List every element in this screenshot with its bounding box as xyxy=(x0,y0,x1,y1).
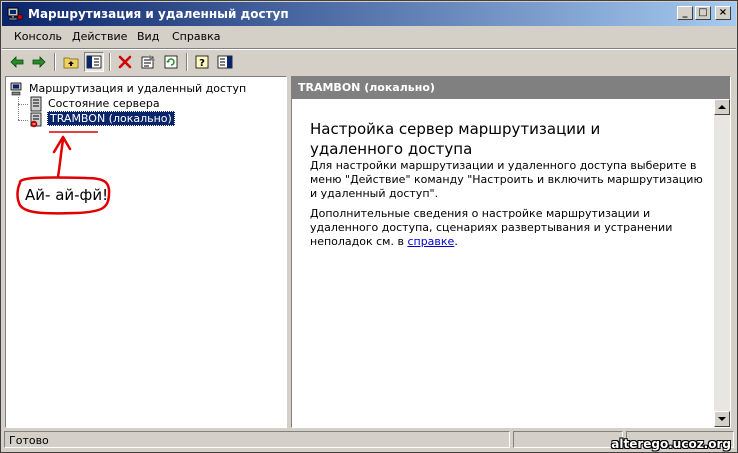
window-title: Маршрутизация и удаленный доступ xyxy=(28,7,289,21)
routing-console-icon xyxy=(7,7,23,21)
annotation-drawing xyxy=(16,131,111,215)
paragraph-2-text: Дополнительные сведения о настройке марш… xyxy=(310,207,673,248)
show-hide-action-pane-icon xyxy=(217,55,233,69)
toolbar: ? xyxy=(2,50,736,74)
show-hide-tree-icon xyxy=(86,55,102,69)
menu-view[interactable]: Вид xyxy=(137,30,159,43)
scroll-down-arrow-icon xyxy=(718,417,726,421)
details-pane: TRAMBON (локально) Настройка сервер марш… xyxy=(291,76,731,428)
menu-console[interactable]: Консоль xyxy=(14,30,62,43)
annotation-text: Ай- ай-фй! xyxy=(25,186,109,204)
refresh-button[interactable] xyxy=(161,52,181,72)
delete-icon xyxy=(118,55,132,69)
details-header: TRAMBON (локально) xyxy=(292,77,730,99)
menu-help[interactable]: Справка xyxy=(172,30,220,43)
details-scrollbar[interactable] xyxy=(714,99,730,427)
console-tree-pane[interactable]: Маршрутизация и удаленный доступ Состоян… xyxy=(5,76,287,428)
up-level-button[interactable] xyxy=(61,52,81,72)
back-arrow-icon xyxy=(10,56,24,68)
title-bar[interactable]: Маршрутизация и удаленный доступ _ □ × xyxy=(2,2,736,26)
back-button[interactable] xyxy=(7,52,27,72)
properties-button[interactable] xyxy=(138,52,158,72)
minimize-button[interactable]: _ xyxy=(677,6,693,20)
status-panel-main: Готово xyxy=(4,431,510,448)
help-icon: ? xyxy=(195,55,209,69)
up-folder-icon xyxy=(63,57,79,69)
scroll-up-button[interactable] xyxy=(714,99,730,115)
details-header-label: TRAMBON (локально) xyxy=(298,81,435,94)
close-button[interactable]: × xyxy=(715,6,731,20)
svg-text:?: ? xyxy=(199,58,205,69)
details-paragraph-2: Дополнительные сведения о настройке марш… xyxy=(310,207,710,249)
details-paragraph-1: Для настройки маршрутизации и удаленного… xyxy=(310,159,703,200)
menu-action[interactable]: Действие xyxy=(72,30,127,43)
delete-button[interactable] xyxy=(115,52,135,72)
properties-icon xyxy=(141,55,155,69)
help-button[interactable]: ? xyxy=(192,52,212,72)
show-hide-action-pane-button[interactable] xyxy=(215,52,235,72)
application-window: Маршрутизация и удаленный доступ _ □ × К… xyxy=(0,0,738,453)
status-panel-2 xyxy=(513,431,623,448)
status-text: Готово xyxy=(9,434,49,447)
watermark: alterego.ucoz.org xyxy=(611,437,731,451)
help-link[interactable]: справке xyxy=(407,235,454,248)
maximize-button[interactable]: □ xyxy=(695,6,711,20)
details-title: Настройка сервер маршрутизации и удаленн… xyxy=(310,120,601,158)
toolbar-separator xyxy=(109,53,111,71)
scroll-down-button[interactable] xyxy=(714,411,730,427)
show-hide-tree-button[interactable] xyxy=(84,52,104,72)
forward-button[interactable] xyxy=(29,52,49,72)
forward-arrow-icon xyxy=(32,56,46,68)
toolbar-separator xyxy=(186,53,188,71)
refresh-icon xyxy=(164,55,178,69)
scroll-up-arrow-icon xyxy=(718,105,726,109)
toolbar-separator xyxy=(54,53,56,71)
paragraph-2-suffix: . xyxy=(454,235,458,248)
menu-bar: Консоль Действие Вид Справка xyxy=(2,27,736,47)
